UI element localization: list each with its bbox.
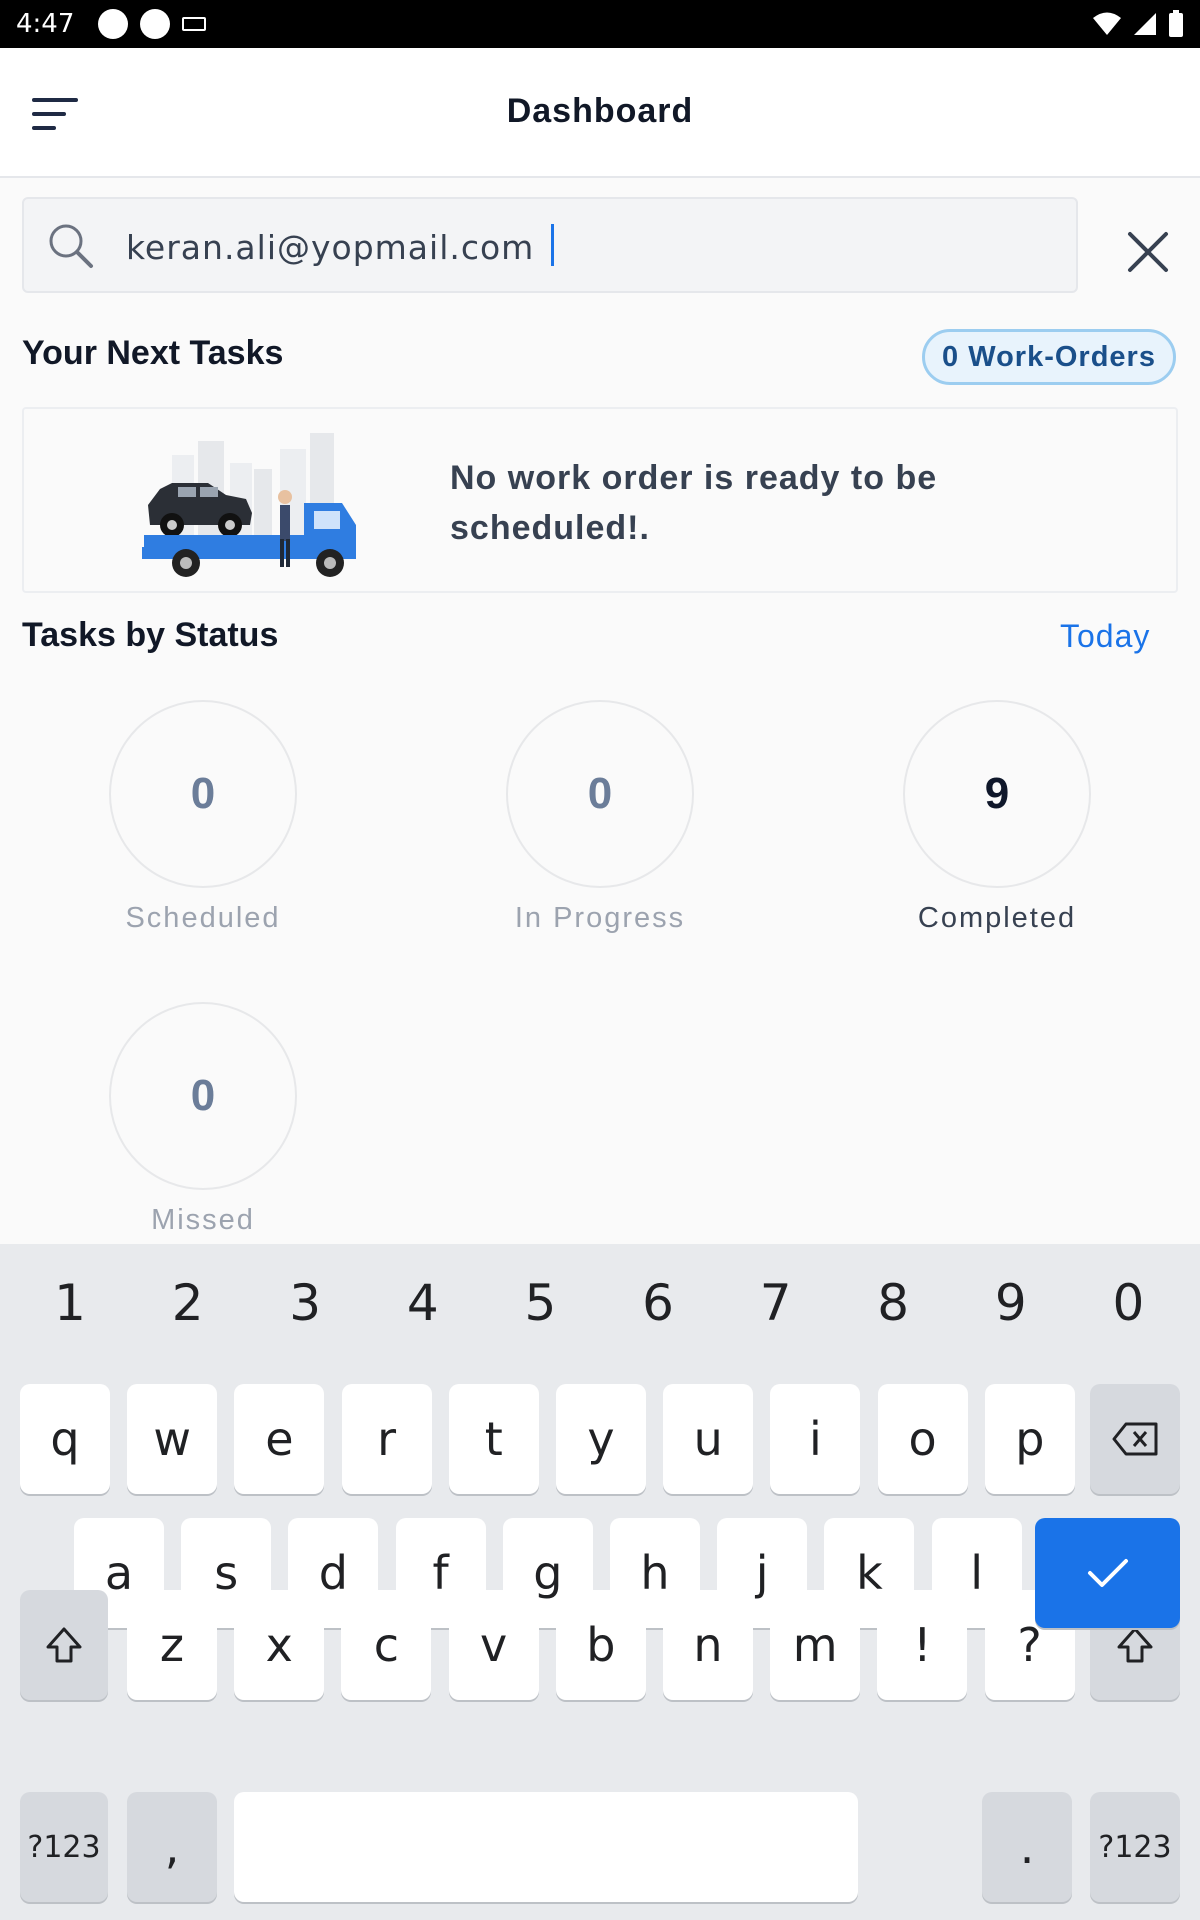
- app-header: Dashboard: [0, 48, 1200, 178]
- letter-key[interactable]: x: [234, 1590, 325, 1700]
- next-tasks-title: Your Next Tasks: [22, 334, 284, 372]
- p-app-icon: [140, 9, 171, 39]
- letter-key[interactable]: c: [341, 1590, 432, 1700]
- missed-label: Missed: [151, 1204, 255, 1236]
- close-icon[interactable]: [1120, 224, 1176, 280]
- letter-key[interactable]: p: [984, 1384, 1075, 1494]
- wifi-icon: [1093, 12, 1121, 35]
- space-key[interactable]: [234, 1792, 858, 1902]
- number-key[interactable]: 7: [726, 1274, 826, 1332]
- number-key[interactable]: 1: [20, 1274, 120, 1332]
- text-caret: [551, 224, 554, 266]
- letter-key[interactable]: q: [20, 1384, 110, 1494]
- sync-app-icon: [98, 9, 129, 39]
- signal-icon: [1134, 13, 1156, 35]
- tasks-by-status-title: Tasks by Status: [22, 616, 279, 654]
- number-key[interactable]: 8: [843, 1274, 943, 1332]
- number-key[interactable]: 4: [373, 1274, 473, 1332]
- search-icon: [49, 224, 93, 268]
- empty-state-message: No work order is ready to be scheduled!.: [450, 459, 938, 547]
- keyboard-icon: [182, 17, 207, 31]
- soft-keyboard: 1234567890 q w e r t y u i o p a s d f g h j k l z x c v b n m!? …: [0, 1244, 1200, 1920]
- date-filter-link[interactable]: Today: [1060, 618, 1150, 655]
- status-scheduled[interactable]: 0 Scheduled: [83, 700, 323, 935]
- check-icon: [1087, 1559, 1128, 1587]
- tow-truck-illustration: [142, 433, 356, 577]
- in-progress-label: In Progress: [514, 902, 686, 934]
- status-missed[interactable]: 0 Missed: [83, 1002, 323, 1237]
- letter-key[interactable]: u: [663, 1384, 754, 1494]
- completed-count: 9: [903, 700, 1091, 888]
- status-completed[interactable]: 9 Completed: [877, 700, 1117, 935]
- work-orders-badge[interactable]: 0 Work-Orders: [922, 329, 1176, 385]
- letter-key[interactable]: r: [341, 1384, 432, 1494]
- number-key[interactable]: 3: [255, 1274, 355, 1332]
- shift-icon: [1117, 1627, 1153, 1663]
- shift-key-left[interactable]: [20, 1590, 108, 1700]
- backspace-key[interactable]: [1090, 1384, 1180, 1494]
- letter-key[interactable]: m: [770, 1590, 861, 1700]
- number-key[interactable]: 2: [138, 1274, 238, 1332]
- letter-key[interactable]: b: [555, 1590, 646, 1700]
- letter-key[interactable]: o: [877, 1384, 968, 1494]
- number-key[interactable]: 5: [490, 1274, 590, 1332]
- scheduled-label: Scheduled: [125, 902, 281, 934]
- status-in-progress[interactable]: 0 In Progress: [480, 700, 720, 935]
- number-row: 1234567890: [0, 1274, 1200, 1338]
- page-title: Dashboard: [506, 92, 694, 130]
- number-key[interactable]: 6: [608, 1274, 708, 1332]
- completed-label: Completed: [917, 902, 1077, 934]
- empty-state-card: No work order is ready to be scheduled!.: [22, 407, 1178, 593]
- letter-key[interactable]: y: [556, 1384, 646, 1494]
- symbols-key-right[interactable]: ?123: [1090, 1792, 1180, 1902]
- comma-key[interactable]: ,: [127, 1792, 217, 1902]
- letter-key[interactable]: w: [127, 1384, 218, 1494]
- enter-key[interactable]: [1035, 1518, 1180, 1628]
- status-time: 4:47: [16, 9, 75, 39]
- letter-key[interactable]: i: [770, 1384, 861, 1494]
- battery-icon: [1169, 10, 1183, 37]
- scheduled-count: 0: [109, 700, 297, 888]
- status-bar: 4:47: [0, 0, 1200, 48]
- period-key[interactable]: .: [982, 1792, 1072, 1902]
- in-progress-count: 0: [506, 700, 694, 888]
- letter-key[interactable]: n: [663, 1590, 753, 1700]
- shift-icon: [46, 1627, 82, 1663]
- symbols-key-left[interactable]: ?123: [20, 1792, 108, 1902]
- search-input[interactable]: [126, 219, 1006, 275]
- missed-count: 0: [109, 1002, 297, 1190]
- letter-key[interactable]: v: [448, 1590, 539, 1700]
- number-key[interactable]: 0: [1078, 1274, 1178, 1332]
- letter-key[interactable]: z: [127, 1590, 217, 1700]
- backspace-icon: [1112, 1422, 1158, 1456]
- search-bar[interactable]: [22, 197, 1078, 293]
- letter-key[interactable]: e: [234, 1384, 325, 1494]
- letter-key[interactable]: t: [448, 1384, 539, 1494]
- letter-key[interactable]: !: [877, 1590, 968, 1700]
- number-key[interactable]: 9: [961, 1274, 1061, 1332]
